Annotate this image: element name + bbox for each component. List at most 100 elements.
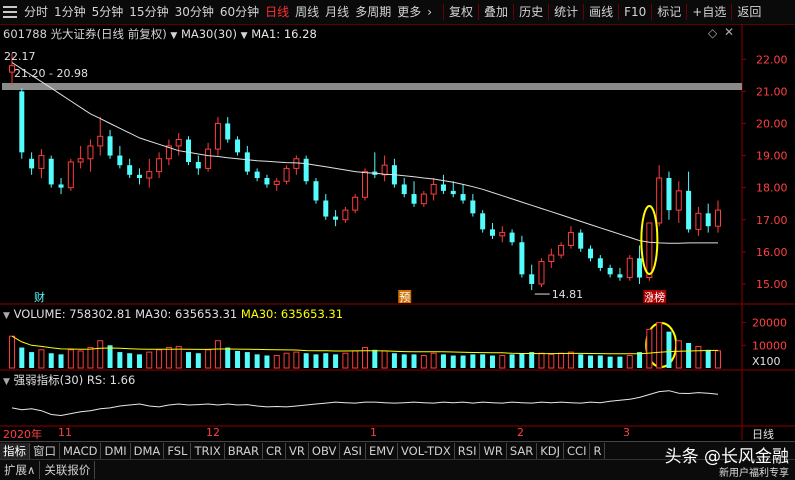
- candle-body: [175, 139, 182, 147]
- volume-bar: [567, 351, 574, 369]
- volume-bar: [509, 354, 515, 368]
- candle-body: [460, 194, 466, 201]
- indicator-tab-2[interactable]: MACD: [60, 442, 102, 460]
- candle-body: [342, 209, 349, 221]
- candle-body: [205, 148, 212, 169]
- volume-bar: [254, 354, 260, 368]
- volume-bar: [214, 340, 221, 369]
- volume-bar: [19, 347, 25, 368]
- volume-bar: [695, 345, 702, 369]
- volume-bar: [352, 350, 359, 369]
- candle-body: [470, 200, 476, 214]
- volume-bar: [548, 353, 555, 369]
- indicator-tab-4[interactable]: DMA: [131, 442, 165, 460]
- candle-body: [97, 135, 104, 147]
- date-year: 2020年: [3, 428, 42, 441]
- bottom-tab-1[interactable]: 关联报价: [40, 461, 96, 479]
- volume-bar: [381, 350, 388, 369]
- indicator-tab-12[interactable]: EMV: [366, 442, 398, 460]
- bottom-tab-0[interactable]: 扩展∧: [0, 461, 41, 479]
- volume-bar: [529, 352, 535, 368]
- low-label: 14.81: [552, 288, 584, 301]
- volume-bar: [637, 352, 643, 368]
- volume-bar: [293, 351, 300, 369]
- indicator-tab-9[interactable]: VR: [286, 442, 309, 460]
- volume-bar: [686, 343, 692, 368]
- candle-body: [156, 158, 163, 173]
- volume-bar: [460, 355, 466, 368]
- indicator-tab-14[interactable]: RSI: [455, 442, 481, 460]
- indicator-tab-17[interactable]: KDJ: [537, 442, 565, 460]
- candle-body: [548, 254, 555, 262]
- indicator-tab-1[interactable]: 窗口: [30, 442, 60, 460]
- volume-bar: [127, 353, 133, 368]
- candle-body: [87, 145, 94, 160]
- candle-body: [362, 171, 368, 198]
- volume-bar: [519, 353, 525, 368]
- candle-body: [578, 232, 584, 249]
- volume-bar: [342, 352, 349, 369]
- volume-bar: [195, 353, 201, 368]
- candle-body: [675, 190, 682, 211]
- volume-bar: [440, 354, 446, 368]
- indicator-tab-19[interactable]: R: [590, 442, 606, 460]
- indicator-tab-10[interactable]: OBV: [309, 442, 341, 460]
- indicator-tab-15[interactable]: WR: [480, 442, 507, 460]
- rs-line: [11, 390, 719, 417]
- indicator-tab-3[interactable]: DMI: [101, 442, 131, 460]
- volume-bar: [77, 350, 84, 369]
- volume-bar: [333, 354, 339, 368]
- candle-body: [117, 155, 123, 166]
- volume-bar: [666, 331, 672, 368]
- volume-bar: [9, 335, 15, 369]
- volume-bar: [420, 355, 427, 369]
- candle-body: [588, 248, 594, 259]
- date-label-jan: 1: [370, 426, 377, 439]
- volume-bar: [58, 354, 64, 368]
- forecast-marker: 预: [399, 291, 410, 304]
- volume-bar: [430, 352, 437, 369]
- indicator-tab-0[interactable]: 指标: [0, 442, 30, 460]
- volume-unit-label: X100: [752, 355, 781, 368]
- chart-canvas[interactable]: 22.00 21.00 20.00 19.00 18.00 17.00 16.00 15.00…: [0, 0, 795, 440]
- candle-body: [48, 158, 54, 185]
- candle-body: [254, 171, 260, 179]
- volume-bar: [558, 352, 565, 369]
- volume-bar: [715, 350, 721, 369]
- price-tick-label: 18.00: [756, 182, 788, 195]
- candle-body: [705, 213, 711, 227]
- volume-bar: [48, 353, 54, 368]
- candle-body: [235, 139, 241, 153]
- candle-body: [656, 177, 663, 224]
- volume-bar: [401, 354, 407, 368]
- candle-body: [666, 178, 672, 211]
- indicator-tab-16[interactable]: SAR: [507, 442, 538, 460]
- candle-body: [489, 229, 495, 236]
- candle-body: [273, 180, 280, 185]
- volume-bar: [38, 349, 45, 369]
- date-label-mar: 3: [623, 426, 630, 439]
- indicator-tab-8[interactable]: CR: [263, 442, 287, 460]
- indicator-tab-11[interactable]: ASI: [340, 442, 366, 460]
- candle-body: [440, 184, 446, 191]
- candle-body: [411, 194, 417, 204]
- indicator-tab-13[interactable]: VOL-TDX: [398, 442, 455, 460]
- volume-bar: [626, 355, 633, 369]
- indicator-tab-18[interactable]: CCI: [564, 442, 591, 460]
- volume-bar: [323, 353, 329, 368]
- volume-bar: [107, 345, 113, 368]
- price-tick-label: 21.00: [756, 85, 788, 98]
- volume-bar: [313, 354, 319, 368]
- indicator-tab-6[interactable]: TRIX: [191, 442, 225, 460]
- high-label: 22.17: [4, 50, 36, 63]
- indicator-tab-5[interactable]: FSL: [164, 442, 192, 460]
- volume-bar: [391, 353, 397, 368]
- candle-body: [107, 136, 113, 156]
- candle-body: [283, 167, 290, 182]
- candle-body: [695, 212, 702, 230]
- candle-body: [186, 139, 191, 162]
- volume-bar: [499, 355, 506, 369]
- candle-body: [313, 181, 319, 201]
- indicator-tab-7[interactable]: BRAR: [225, 442, 264, 460]
- candle-body: [617, 274, 623, 278]
